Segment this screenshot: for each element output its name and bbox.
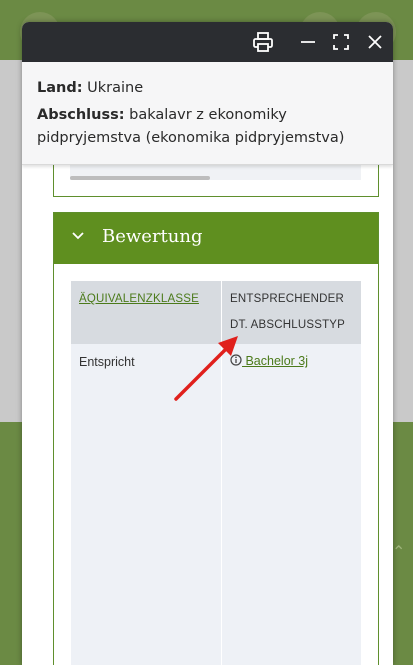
abschlusstyp-header-line1: ENTSPRECHENDER bbox=[230, 293, 344, 305]
maximize-icon[interactable] bbox=[331, 31, 355, 53]
land-label: Land: bbox=[37, 80, 83, 96]
abschlusstyp-header-line2: DT. ABSCHLUSSTYP bbox=[230, 319, 346, 331]
column-divider bbox=[221, 281, 222, 665]
bewertung-table: ÄQUIVALENZKLASSE ENTSPRECHENDER DT. ABSC… bbox=[71, 281, 361, 665]
print-icon[interactable] bbox=[252, 31, 276, 53]
info-icon bbox=[230, 354, 242, 366]
detail-dialog: Land: Ukraine Abschluss: bakalavr z ekon… bbox=[22, 22, 393, 665]
horizontal-scrollbar[interactable] bbox=[70, 176, 210, 180]
table-row-cell: Bachelor 3j bbox=[222, 344, 361, 665]
aequivalenzklasse-header-link[interactable]: ÄQUIVALENZKLASSE bbox=[79, 293, 199, 305]
abschluss-value-1: bakalavr z ekonomiky bbox=[129, 107, 287, 123]
section-title: Bewertung bbox=[102, 226, 203, 247]
close-icon[interactable] bbox=[365, 31, 389, 53]
table-row-cell: Entspricht bbox=[71, 344, 221, 665]
scroll-up-icon: ⌃ bbox=[392, 544, 406, 561]
table-header-cell: ENTSPRECHENDER DT. ABSCHLUSSTYP bbox=[222, 281, 361, 344]
bachelor-link[interactable]: Bachelor 3j bbox=[230, 354, 308, 368]
klasse-value: Entspricht bbox=[79, 355, 135, 369]
abschluss-value-2: pidpryjemstva (ekonomika pidpryjemstva) bbox=[37, 130, 345, 146]
info-summary: Land: Ukraine Abschluss: bakalavr z ekon… bbox=[22, 62, 393, 165]
abschluss-label: Abschluss: bbox=[37, 107, 125, 123]
land-line: Land: Ukraine bbox=[37, 77, 143, 100]
bewertung-header[interactable]: Bewertung bbox=[54, 213, 378, 264]
abschluss-line-2: pidpryjemstva (ekonomika pidpryjemstva) bbox=[37, 127, 344, 150]
chevron-down-icon bbox=[72, 232, 84, 240]
minimize-icon[interactable] bbox=[298, 31, 322, 53]
abschluss-line: Abschluss: bakalavr z ekonomiky bbox=[37, 104, 287, 127]
table-header-cell: ÄQUIVALENZKLASSE bbox=[71, 281, 221, 344]
dialog-titlebar bbox=[22, 22, 393, 62]
land-value: Ukraine bbox=[87, 80, 144, 96]
bewertung-card: Bewertung ÄQUIVALENZKLASSE ENTSPRECHENDE… bbox=[53, 212, 379, 665]
bachelor-link-text: Bachelor 3j bbox=[242, 354, 309, 368]
